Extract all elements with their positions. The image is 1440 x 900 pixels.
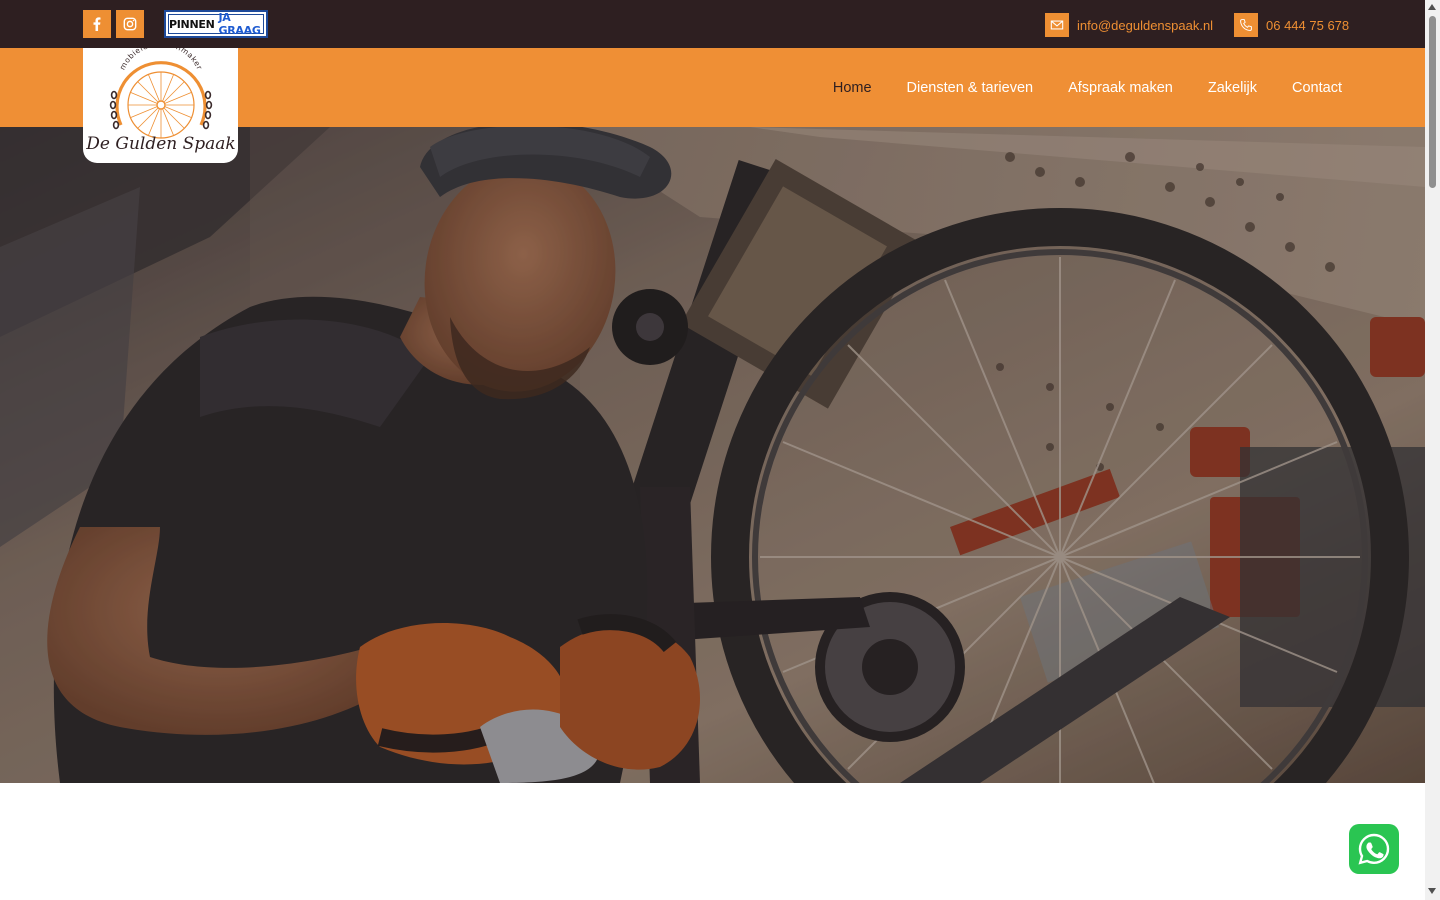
facebook-icon <box>93 17 101 31</box>
main-nav: Home Diensten & tarieven Afspraak maken … <box>833 48 1342 127</box>
logo-name: De Gulden Spaak <box>85 134 235 154</box>
whatsapp-button[interactable] <box>1349 824 1399 874</box>
scroll-down-arrow-icon[interactable] <box>1428 888 1436 894</box>
mail-icon <box>1045 13 1069 37</box>
badge-text-ja-graag: JA GRAAG <box>218 11 261 37</box>
instagram-link[interactable] <box>116 10 144 38</box>
scroll-thumb[interactable] <box>1429 16 1436 188</box>
logo-tagline: mobiele fietsenmaker <box>118 48 204 72</box>
hero-image <box>0 127 1425 783</box>
facebook-link[interactable] <box>83 10 111 38</box>
phone-icon <box>1234 13 1258 37</box>
phone-text: 06 444 75 678 <box>1266 17 1350 33</box>
nav-item-diensten-tarieven[interactable]: Diensten & tarieven <box>907 80 1034 96</box>
email-link[interactable]: info@deguldenspaak.nl <box>1045 13 1213 37</box>
page: PINNEN JA GRAAG info@deguldenspaak.nl 06… <box>0 0 1425 900</box>
svg-text:mobiele fietsenmaker: mobiele fietsenmaker <box>118 48 205 72</box>
logo-wheel-icon: mobiele fietsenmaker <box>85 48 235 154</box>
top-bar: PINNEN JA GRAAG info@deguldenspaak.nl 06… <box>0 0 1425 48</box>
whatsapp-icon <box>1358 833 1390 865</box>
nav-item-zakelijk[interactable]: Zakelijk <box>1208 80 1257 96</box>
nav-item-contact[interactable]: Contact <box>1292 80 1342 96</box>
hero-photo-mechanic <box>0 127 1425 783</box>
nav-item-afspraak-maken[interactable]: Afspraak maken <box>1068 80 1173 96</box>
nav-item-home[interactable]: Home <box>833 80 872 96</box>
email-text: info@deguldenspaak.nl <box>1077 17 1214 33</box>
phone-link[interactable]: 06 444 75 678 <box>1234 13 1349 37</box>
badge-text-pinnen: PINNEN <box>169 17 215 31</box>
site-logo[interactable]: mobiele fietsenmaker <box>83 48 238 163</box>
pinnen-ja-graag-badge: PINNEN JA GRAAG <box>164 10 268 38</box>
instagram-icon <box>123 17 137 31</box>
page-scrollbar[interactable] <box>1425 0 1440 900</box>
scroll-up-arrow-icon[interactable] <box>1428 4 1436 10</box>
